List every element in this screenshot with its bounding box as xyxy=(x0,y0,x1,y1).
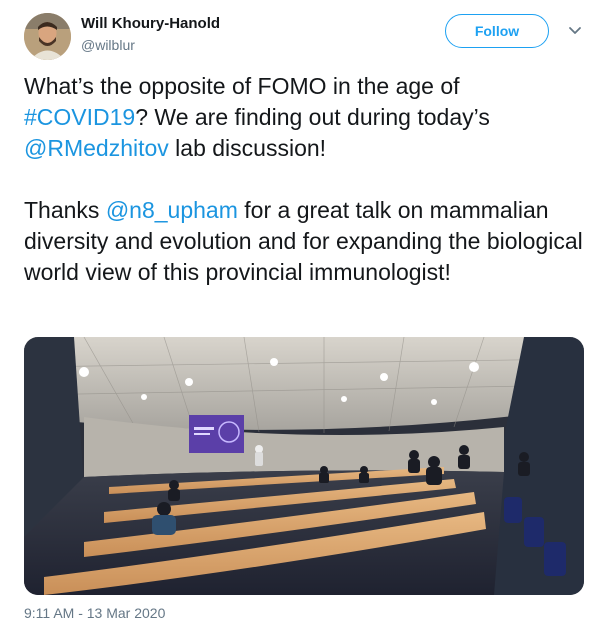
tweet-text-segment: lab discussion! xyxy=(168,135,327,161)
timestamp[interactable]: 9:11 AM - 13 Mar 2020 xyxy=(24,605,165,621)
tweet-text-segment: ? We are finding out during today’s xyxy=(135,104,490,130)
hashtag-link[interactable]: #COVID19 xyxy=(24,104,135,130)
avatar[interactable] xyxy=(24,13,71,60)
tweet-text-segment: Thanks xyxy=(24,197,106,223)
mention-link[interactable]: @RMedzhitov xyxy=(24,135,169,161)
author-display-name[interactable]: Will Khoury-Hanold xyxy=(81,15,220,32)
author-handle[interactable]: @wilblur xyxy=(81,37,135,53)
chevron-down-icon[interactable] xyxy=(566,24,584,38)
tweet-text: What’s the opposite of FOMO in the age o… xyxy=(24,71,584,288)
follow-button[interactable]: Follow xyxy=(445,14,549,48)
tweet-photo[interactable] xyxy=(24,337,584,595)
tweet-paragraph-2: Thanks @n8_upham for a great talk on mam… xyxy=(24,195,584,288)
mention-link[interactable]: @n8_upham xyxy=(106,197,238,223)
tweet-text-segment: What’s the opposite of FOMO in the age o… xyxy=(24,73,460,99)
tweet-paragraph-1: What’s the opposite of FOMO in the age o… xyxy=(24,71,584,164)
